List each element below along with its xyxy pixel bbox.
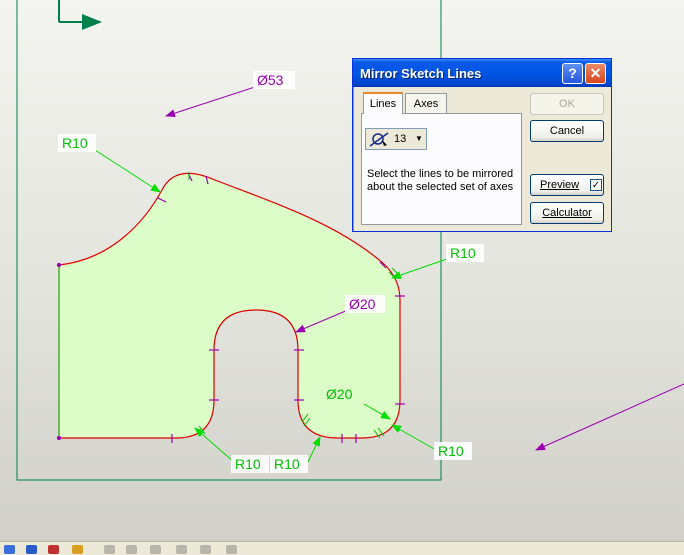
selection-count: 13 (394, 133, 407, 145)
toolbar-icon-7[interactable] (150, 545, 161, 554)
dialog-title: Mirror Sketch Lines (360, 66, 482, 81)
close-icon[interactable]: ✕ (585, 63, 606, 84)
cancel-button[interactable]: Cancel (530, 120, 604, 142)
dim-r10-bottom-mid[interactable]: R10 (274, 456, 300, 472)
preview-checkbox[interactable]: ✓ (590, 179, 602, 191)
toolbar-icon-2[interactable] (26, 545, 37, 554)
toolbar-icon-5[interactable] (104, 545, 115, 554)
dim-r10-bottom-left[interactable]: R10 (235, 456, 261, 472)
r10-bottom-right-leader (391, 424, 437, 451)
line-select-icon (369, 132, 389, 147)
toolbar-icon-9[interactable] (200, 545, 211, 554)
help-icon[interactable]: ? (562, 63, 583, 84)
dialog-titlebar[interactable]: Mirror Sketch Lines ? ✕ (353, 59, 611, 87)
tab-lines[interactable]: Lines (363, 92, 403, 114)
dim-r10-top[interactable]: R10 (62, 135, 88, 151)
toolbar-icon-8[interactable] (176, 545, 187, 554)
bottom-toolbar (0, 541, 684, 555)
r10-bottom-mid-leader (307, 436, 321, 463)
dim-r10-bottom-right[interactable]: R10 (438, 443, 464, 459)
offscreen-leader (535, 383, 684, 451)
r10-right-leader (391, 258, 448, 279)
dim-r10-right[interactable]: R10 (450, 245, 476, 261)
axis-indicator (58, 0, 102, 30)
calculator-button[interactable]: Calculator (530, 202, 604, 224)
tab-control: Lines Axes 13 ▼ Select the lines to be m… (361, 92, 522, 225)
dim-dia20-slot[interactable]: Ø20 (349, 296, 376, 312)
dia53-leader (165, 86, 256, 118)
chevron-down-icon[interactable]: ▼ (413, 130, 425, 148)
lines-tab-panel: 13 ▼ Select the lines to be mirrored abo… (361, 113, 522, 225)
r10-bottom-left-leader (194, 427, 236, 464)
line-selection-combo[interactable]: 13 ▼ (365, 128, 427, 150)
ok-button[interactable]: OK (530, 93, 604, 115)
instruction-text: Select the lines to be mirrored about th… (367, 168, 514, 193)
preview-button[interactable]: Preview ✓ (530, 174, 604, 196)
toolbar-icon-1[interactable] (4, 545, 15, 554)
mirror-sketch-lines-dialog: Mirror Sketch Lines ? ✕ Lines Axes 13 ▼ … (352, 58, 612, 232)
preview-label: Preview (540, 179, 580, 191)
toolbar-icon-6[interactable] (126, 545, 137, 554)
toolbar-icon-10[interactable] (226, 545, 237, 554)
tab-axes[interactable]: Axes (405, 93, 447, 113)
dim-dia20-bottom[interactable]: Ø20 (326, 386, 353, 402)
r10-top-leader (94, 149, 161, 193)
toolbar-icon-4[interactable] (72, 545, 83, 554)
dim-dia53[interactable]: Ø53 (257, 72, 284, 88)
toolbar-icon-3[interactable] (48, 545, 59, 554)
